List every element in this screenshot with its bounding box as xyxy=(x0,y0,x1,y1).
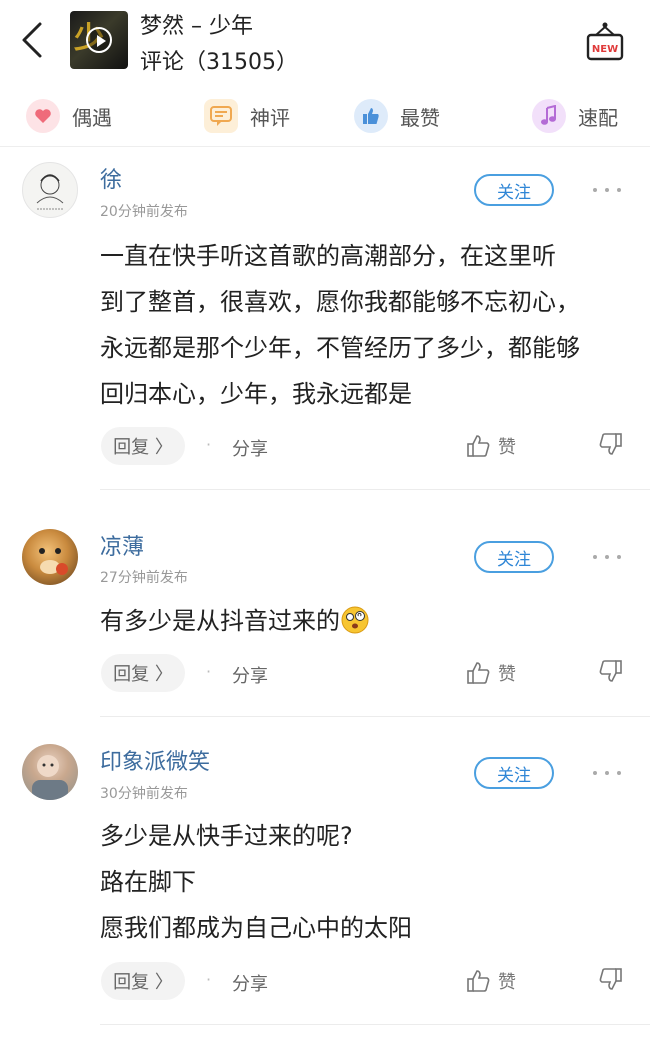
filter-bar: 偶遇 神评 最赞 速配 xyxy=(0,90,650,142)
header: 少 梦然 – 少年 评论（31505） NEW xyxy=(0,0,650,88)
separator-dot: · xyxy=(206,662,212,681)
username[interactable]: 凉薄 xyxy=(100,529,144,561)
filter-label: 速配 xyxy=(578,105,618,130)
heart-icon xyxy=(26,99,60,133)
thumbs-up-icon xyxy=(467,970,490,992)
like-button[interactable]: 赞 xyxy=(466,966,516,996)
share-button[interactable]: 分享 xyxy=(232,435,268,461)
music-note-icon xyxy=(532,99,566,133)
like-button[interactable]: 赞 xyxy=(466,658,516,688)
play-icon[interactable] xyxy=(86,27,112,53)
thumbs-down-icon[interactable] xyxy=(596,966,624,994)
comment-line: 有多少是从抖音过来的 xyxy=(100,607,340,635)
thumbs-up-icon xyxy=(467,662,490,684)
share-button[interactable]: 分享 xyxy=(232,970,268,996)
filter-label: 偶遇 xyxy=(72,105,112,130)
filter-shenping[interactable]: 神评 xyxy=(204,96,290,136)
comment-separator xyxy=(100,1024,650,1025)
avatar[interactable] xyxy=(22,162,78,218)
portrait-sketch-icon xyxy=(36,174,64,210)
thumbs-up-icon xyxy=(354,99,388,133)
svg-text:NEW: NEW xyxy=(592,44,618,55)
thumbs-down-icon[interactable] xyxy=(596,431,624,459)
follow-button[interactable]: 关注 xyxy=(474,174,554,206)
like-label: 赞 xyxy=(498,664,516,685)
more-options-icon[interactable] xyxy=(592,180,622,200)
separator-dot: · xyxy=(206,970,212,989)
album-cover[interactable]: 少 xyxy=(70,11,128,69)
post-time: 27分钟前发布 xyxy=(100,570,188,586)
new-bag-icon[interactable]: NEW xyxy=(584,20,626,62)
comment-line: 永远都是那个少年，不管经历了多少，都能够 xyxy=(100,334,580,362)
filter-supei[interactable]: 速配 xyxy=(532,96,618,136)
avatar[interactable] xyxy=(22,529,78,585)
filter-label: 神评 xyxy=(250,105,290,130)
username[interactable]: 徐 xyxy=(100,162,122,194)
more-options-icon[interactable] xyxy=(592,547,622,567)
follow-button[interactable]: 关注 xyxy=(474,541,554,573)
more-options-icon[interactable] xyxy=(592,763,622,783)
comment-line: 多少是从快手过来的呢? xyxy=(100,822,353,850)
hamster-icon xyxy=(39,548,68,575)
song-title: 梦然 – 少年 xyxy=(140,14,253,39)
comment-line: 愿我们都成为自己心中的太阳 xyxy=(100,914,412,942)
comment-line: 到了整首，很喜欢，愿你我都能够不忘初心， xyxy=(100,288,580,316)
comment-separator xyxy=(100,489,650,490)
filter-ouyu[interactable]: 偶遇 xyxy=(26,96,112,136)
follow-button[interactable]: 关注 xyxy=(474,757,554,789)
comment-line: 路在脚下 xyxy=(100,868,196,896)
avatar[interactable] xyxy=(22,744,78,800)
reply-button[interactable]: 回复 〉 xyxy=(101,427,185,465)
like-label: 赞 xyxy=(498,972,516,993)
reply-button[interactable]: 回复 〉 xyxy=(101,654,185,692)
dizzy-emoji-icon xyxy=(341,606,369,634)
comment-separator xyxy=(100,716,650,717)
child-photo-icon xyxy=(32,755,68,800)
comment-text: 多少是从快手过来的呢? 路在脚下 愿我们都成为自己心中的太阳 xyxy=(100,813,635,951)
separator-dot: · xyxy=(206,435,212,454)
filter-label: 最赞 xyxy=(400,105,440,130)
thumbs-up-icon xyxy=(467,435,490,457)
like-button[interactable]: 赞 xyxy=(466,431,516,461)
filter-zuizan[interactable]: 最赞 xyxy=(354,96,440,136)
divider xyxy=(0,146,650,147)
reply-button[interactable]: 回复 〉 xyxy=(101,962,185,1000)
comment-text: 一直在快手听这首歌的高潮部分，在这里听 到了整首，很喜欢，愿你我都能够不忘初心，… xyxy=(100,233,635,417)
share-button[interactable]: 分享 xyxy=(232,662,268,688)
comment-line: 一直在快手听这首歌的高潮部分，在这里听 xyxy=(100,242,556,270)
like-label: 赞 xyxy=(498,437,516,458)
message-icon xyxy=(204,99,238,133)
thumbs-down-icon[interactable] xyxy=(596,658,624,686)
username[interactable]: 印象派微笑 xyxy=(100,744,210,776)
post-time: 30分钟前发布 xyxy=(100,786,188,802)
comment-line: 回归本心，少年，我永远都是 xyxy=(100,380,412,408)
comment-text: 有多少是从抖音过来的 xyxy=(100,598,635,644)
back-arrow-icon[interactable] xyxy=(14,20,50,60)
post-time: 20分钟前发布 xyxy=(100,204,188,220)
comment-count: 评论（31505） xyxy=(140,50,298,75)
